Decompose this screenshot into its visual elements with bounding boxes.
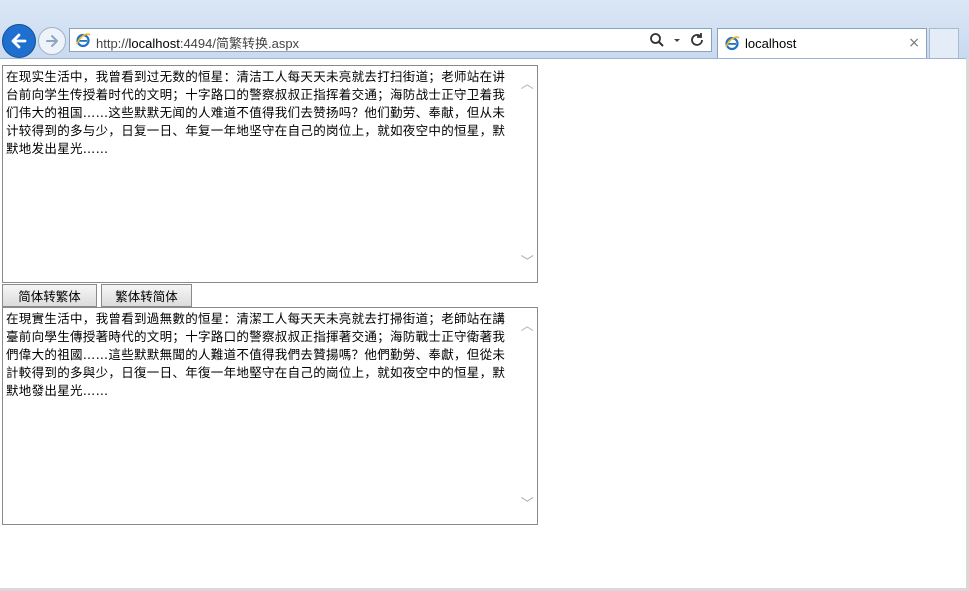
search-icon[interactable] — [649, 32, 665, 48]
scroll-down-icon[interactable]: ﹀ — [521, 496, 534, 514]
ie-logo-icon — [76, 33, 91, 48]
traditional-to-simplified-button[interactable]: 繁体转简体 — [101, 284, 192, 307]
browser-tab[interactable]: localhost × — [717, 28, 927, 58]
tab-close-icon[interactable]: × — [908, 35, 920, 51]
forward-button[interactable] — [38, 27, 66, 55]
scroll-down-icon[interactable]: ﹀ — [521, 254, 534, 272]
browser-chrome: http://localhost:4494/简繁转换.aspx localhos… — [0, 0, 969, 59]
ie-logo-icon — [725, 36, 740, 51]
back-arrow-icon — [11, 33, 27, 49]
address-url: http://localhost:4494/简繁转换.aspx — [96, 36, 300, 51]
traditional-text: 在現實生活中，我曾看到過無數的恒星：清潔工人每天天未亮就去打掃街道；老師站在講臺… — [6, 311, 506, 398]
simplified-textarea[interactable]: 在现实生活中，我曾看到过无数的恒星：清洁工人每天天未亮就去打扫街道；老师站在讲台… — [2, 65, 538, 283]
simplified-text: 在现实生活中，我曾看到过无数的恒星：清洁工人每天天未亮就去打扫街道；老师站在讲台… — [6, 69, 506, 156]
scroll-up-icon[interactable]: ︿ — [521, 318, 534, 336]
traditional-textarea[interactable]: 在現實生活中，我曾看到過無數的恒星：清潔工人每天天未亮就去打掃街道；老師站在講臺… — [2, 307, 538, 525]
new-tab-button[interactable] — [929, 28, 959, 58]
refresh-icon[interactable] — [689, 32, 705, 48]
address-bar[interactable]: http://localhost:4494/简繁转换.aspx — [69, 28, 712, 52]
back-button[interactable] — [2, 24, 36, 58]
tab-title: localhost — [745, 36, 797, 51]
forward-arrow-icon — [46, 35, 58, 47]
scroll-up-icon[interactable]: ︿ — [521, 76, 534, 94]
dropdown-chevron-icon[interactable] — [673, 32, 681, 48]
simplified-to-traditional-button[interactable]: 简体转繁体 — [2, 284, 97, 307]
